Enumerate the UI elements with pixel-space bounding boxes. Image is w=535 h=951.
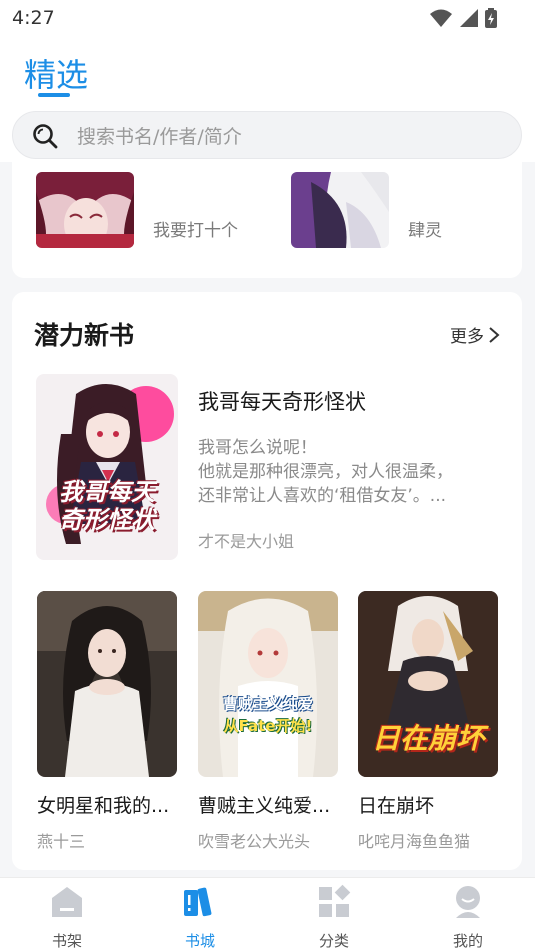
- bottom-nav: 书架 书城 分类 我的: [0, 877, 535, 951]
- book-author: 我要打十个: [153, 221, 238, 241]
- potential-books-section: 潜力新书 更多 我哥每天 奇形怪状 我哥每天奇形怪状 我哥怎么说呢！ 他就是那种…: [12, 292, 522, 870]
- nav-category[interactable]: 分类: [289, 884, 379, 951]
- header: 精选 搜索书名/作者/简介: [0, 36, 535, 162]
- profile-icon: [456, 886, 480, 918]
- chevron-right-icon: [489, 326, 500, 343]
- book-author: 肆灵: [408, 221, 442, 241]
- book-cover[interactable]: [37, 591, 177, 777]
- search-input[interactable]: 搜索书名/作者/简介: [77, 122, 242, 149]
- book-author: 叱咤月海鱼鱼猫: [358, 832, 471, 851]
- book-card[interactable]: 日在崩坏 日在崩坏 叱咤月海鱼鱼猫: [358, 591, 498, 852]
- nav-label: 分类: [318, 932, 349, 950]
- book-cover[interactable]: 日在崩坏: [358, 591, 498, 777]
- book-author: 吹雪老公大光头: [198, 832, 311, 851]
- more-link[interactable]: 更多: [450, 322, 500, 347]
- book-cover[interactable]: [36, 172, 134, 248]
- featured-cover-text: 我哥每天 奇形怪状: [59, 478, 155, 534]
- nav-label: 我的: [452, 932, 483, 950]
- status-icons: [429, 8, 497, 28]
- status-time: 4:27: [12, 7, 55, 29]
- book-title: 日在崩坏: [358, 795, 435, 817]
- featured-book-author: 才不是大小姐: [198, 532, 295, 551]
- featured-book-cover[interactable]: 我哥每天 奇形怪状: [36, 374, 178, 560]
- featured-book-title[interactable]: 我哥每天奇形怪状: [198, 386, 366, 416]
- status-bar: 4:27: [0, 0, 535, 36]
- scrolled-book-card: 我要打十个 肆灵: [12, 162, 522, 278]
- book-author: 燕十三: [37, 832, 86, 851]
- nav-profile[interactable]: 我的: [423, 884, 513, 951]
- category-icon: [319, 884, 351, 917]
- tab-indicator: [38, 93, 70, 97]
- bookshelf-icon: [52, 887, 82, 917]
- book-title: 女明星和我的...: [37, 795, 170, 817]
- nav-label: 书架: [51, 932, 82, 950]
- more-label: 更多: [450, 327, 484, 347]
- battery-icon: [485, 8, 497, 28]
- section-title: 潜力新书: [34, 321, 135, 350]
- book-cover[interactable]: [291, 172, 389, 248]
- book-cover-text: 日在崩坏: [371, 722, 484, 755]
- search-icon: [33, 124, 58, 149]
- bookstore-icon: [184, 887, 212, 917]
- signal-icon: [460, 9, 478, 27]
- featured-book-description: 我哥怎么说呢！ 他就是那种很漂亮，对人很温柔， 还非常让人喜欢的‘租借女友’。.…: [198, 438, 453, 506]
- book-card[interactable]: 曹贼主义纯爱 从Fate开始! 曹贼主义纯爱... 吹雪老公大光头: [198, 591, 338, 852]
- nav-bookshelf[interactable]: 书架: [22, 884, 112, 951]
- book-cover-text: 曹贼主义纯爱 从Fate开始!: [222, 695, 313, 735]
- tab-featured[interactable]: 精选: [24, 50, 88, 96]
- book-card[interactable]: 女明星和我的... 燕十三: [37, 591, 177, 852]
- nav-bookstore[interactable]: 书城: [155, 884, 245, 951]
- wifi-icon: [430, 9, 452, 27]
- book-title: 曹贼主义纯爱...: [198, 795, 331, 817]
- nav-label: 书城: [184, 932, 215, 950]
- book-cover[interactable]: 曹贼主义纯爱 从Fate开始!: [198, 591, 338, 777]
- search-bar[interactable]: 搜索书名/作者/简介: [12, 111, 522, 159]
